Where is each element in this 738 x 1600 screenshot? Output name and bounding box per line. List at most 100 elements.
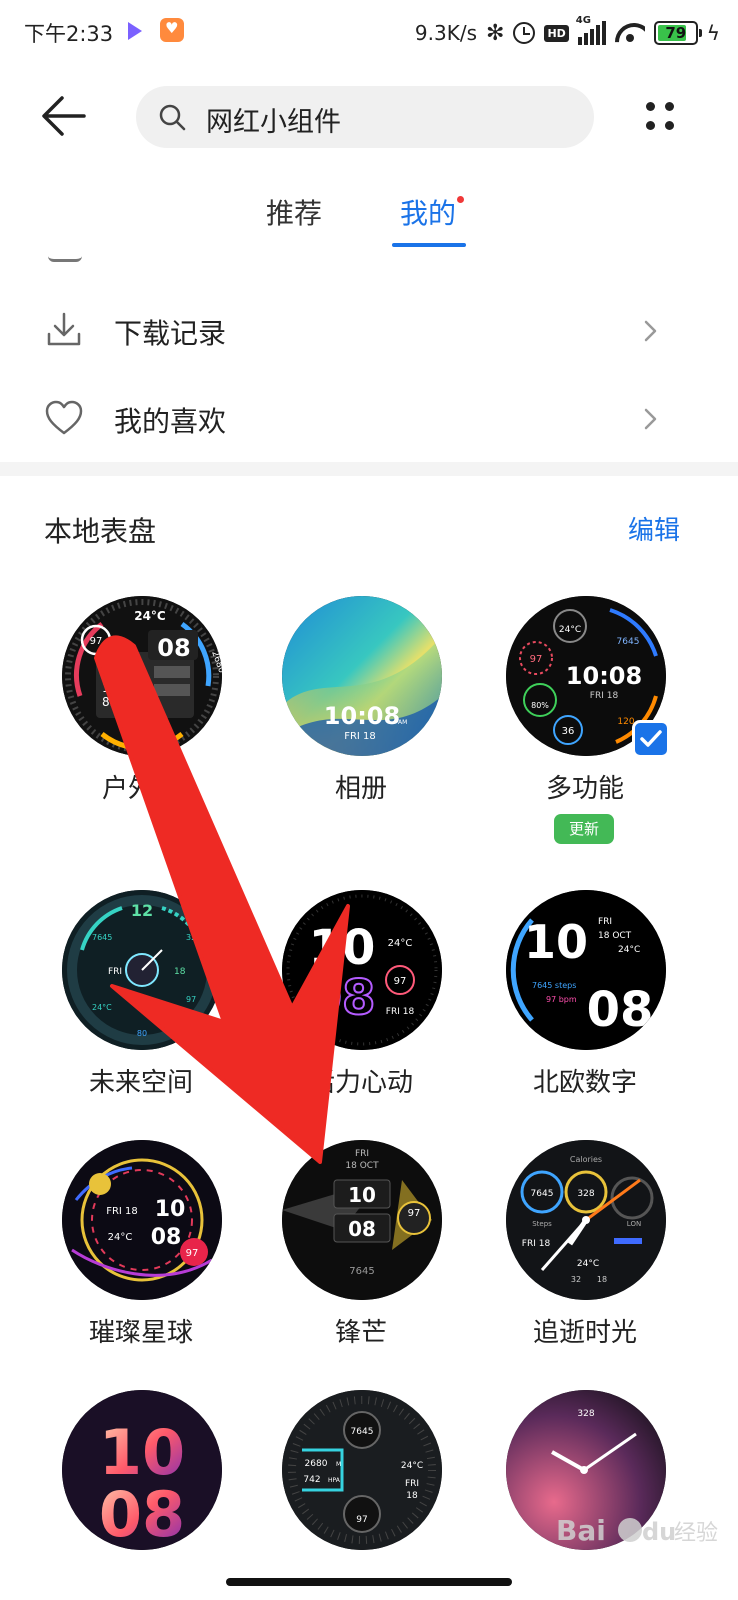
more-grid-icon[interactable] [640,96,680,136]
face-text: 08 [587,982,654,1038]
tab-notification-dot [457,196,464,203]
watch-face-edge[interactable]: FRI 18 OCT 10 08 97 7645 锋芒 [266,1140,456,1380]
face-text: 08 [157,634,190,662]
face-text: 32 [571,1275,581,1284]
face-text: 328 [577,1409,594,1419]
face-text: 97 [186,1248,199,1259]
face-text: M [336,1461,341,1468]
face-text: 24°C [108,1232,133,1243]
search-input[interactable]: 网红小组件 [206,100,341,139]
app-screen: 下午2:33 9.3K/s ✻ HD 4G 79 ϟ 网红小组 [0,0,738,1600]
watch-face-name: 多功能 [545,774,624,804]
face-text: 97 [530,654,543,665]
partial-list-icon [48,252,82,262]
wifi-icon [615,23,645,43]
watch-face-thumbnail: 10 FRI 18 OCT 24°C 7645 steps 97 bpm 08 [506,890,666,1050]
watch-face-thumbnail: FRI 18 10 24°C 08 97 [62,1140,222,1300]
face-text: 2680 [305,1459,328,1469]
watermark-suffix: 经验 [674,1521,718,1546]
watch-face-thumbnail: 10 08 24°C 97 FRI 18 [282,890,442,1050]
face-text: 97 bpm [546,995,577,1004]
watch-face-name: 活力心动 [308,1068,413,1098]
back-arrow-icon[interactable] [40,94,88,138]
watch-face-multifunction[interactable]: 24°C 7645 97 10:08 FRI 18 80% 36 120 多功能… [490,596,680,844]
signal-icon: 4G [576,15,606,45]
download-icon [47,312,81,346]
menu-item-downloads[interactable]: 下载记录 [0,288,738,374]
face-text: 80 [137,1029,147,1038]
watch-face-name: 北欧数字 [532,1068,637,1098]
face-text: LON [627,1220,641,1228]
face-text: 24°C [401,1461,423,1471]
watch-face-thumbnail: FRI 18 OCT 10 08 97 7645 [282,1140,442,1300]
watch-face-vitality[interactable]: 10 08 24°C 97 FRI 18 活力心动 [266,890,456,1130]
face-text: 10 [155,1197,186,1222]
face-text: 85% [102,695,129,709]
watch-face-name: 锋芒 [334,1318,387,1348]
face-text: 7645 [617,637,640,647]
menu-label-downloads: 下载记录 [114,317,227,350]
face-text: 742 [303,1475,320,1485]
chevron-right-icon [644,320,657,342]
home-indicator[interactable] [226,1578,512,1586]
face-text: 36 [562,726,575,737]
face-text: FRI 18 [590,691,619,701]
watch-face-analog-pink[interactable]: 328 [490,1390,680,1600]
watch-face-thumbnail: Calories 7645 328 Steps LON FRI 18 24°C … [506,1140,666,1300]
watch-face-future-space[interactable]: 12 7645 328 FRI 18 24°C 97 80 未来空间 [46,890,236,1130]
face-text: AM [398,719,407,726]
face-text: 08 [99,1478,185,1550]
tab-recommend[interactable]: 推荐 [266,192,322,232]
face-text: 7645 steps [532,981,576,990]
face-text: 328 [186,933,201,942]
face-text: 08 [348,1217,376,1241]
watch-face-sport-dial[interactable]: 7645 2680 M 742 HPA 24°C FRI 18 97 [266,1390,456,1600]
charging-icon: ϟ [706,21,720,45]
watch-face-gradient-digits[interactable]: 10 08 [46,1390,236,1600]
menu-item-favorites[interactable]: 我的喜欢 [0,376,738,462]
face-text: 08 [151,1225,182,1250]
face-text: 7645 [92,933,112,942]
watch-face-name: 璀璨星球 [88,1318,193,1348]
network-speed: 9.3K/s [414,21,478,45]
status-indicators: 9.3K/s ✻ HD 4G 79 ϟ [414,15,720,50]
face-text: 10 [524,915,588,969]
face-text: FRI [102,667,121,681]
face-text: FRI 18 [106,1206,138,1217]
watermark-brand2: du [642,1518,676,1546]
face-text: 97 [90,636,103,647]
face-text: 24°C [134,609,166,623]
face-text: 10:08 [324,702,400,730]
video-app-icon [128,22,142,40]
face-text: 08 [309,970,376,1026]
search-box[interactable]: 网红小组件 [136,86,594,148]
face-text: 328 [577,1189,594,1199]
watch-face-thumbnail: 10 08 [62,1390,222,1550]
edit-button[interactable]: 编辑 [628,510,680,547]
watch-face-sparkling-planet[interactable]: FRI 18 10 24°C 08 97 璀璨星球 [46,1140,236,1380]
watch-face-nordic-digital[interactable]: 10 FRI 18 OCT 24°C 7645 steps 97 bpm 08 … [490,890,680,1130]
face-text: Calories [570,1155,602,1164]
search-icon [159,104,186,131]
network-type: 4G [575,15,591,26]
face-text: 24°C [92,1003,112,1012]
face-text: 18 OCT [345,1161,379,1171]
face-text: HPA [328,1477,341,1484]
status-time: 下午2:33 [24,22,114,46]
watch-face-album[interactable]: 10:08 AM FRI 18 相册 [266,596,456,836]
face-text: 18 [406,1491,418,1501]
selected-check-icon [632,720,670,758]
face-text: 18 [174,967,186,977]
section-divider [0,462,738,476]
bluetooth-icon: ✻ [486,20,505,46]
face-text: 7645 [531,1189,554,1199]
chevron-right-icon [644,408,657,430]
watch-face-time-passing[interactable]: Calories 7645 328 Steps LON FRI 18 24°C … [490,1140,680,1380]
tab-mine[interactable]: 我的 [400,192,456,232]
baidu-watermark-logo: Bai du 经验 [556,1514,718,1547]
face-text: 10 [309,920,376,976]
watch-face-thumbnail: 97 24°C 08 FRI 18 85% 2680 [62,596,222,756]
watch-face-outdoor[interactable]: 97 24°C 08 FRI 18 85% 2680 户外探 [46,596,236,836]
heart-icon [45,400,83,435]
face-text: 97 [394,976,407,987]
